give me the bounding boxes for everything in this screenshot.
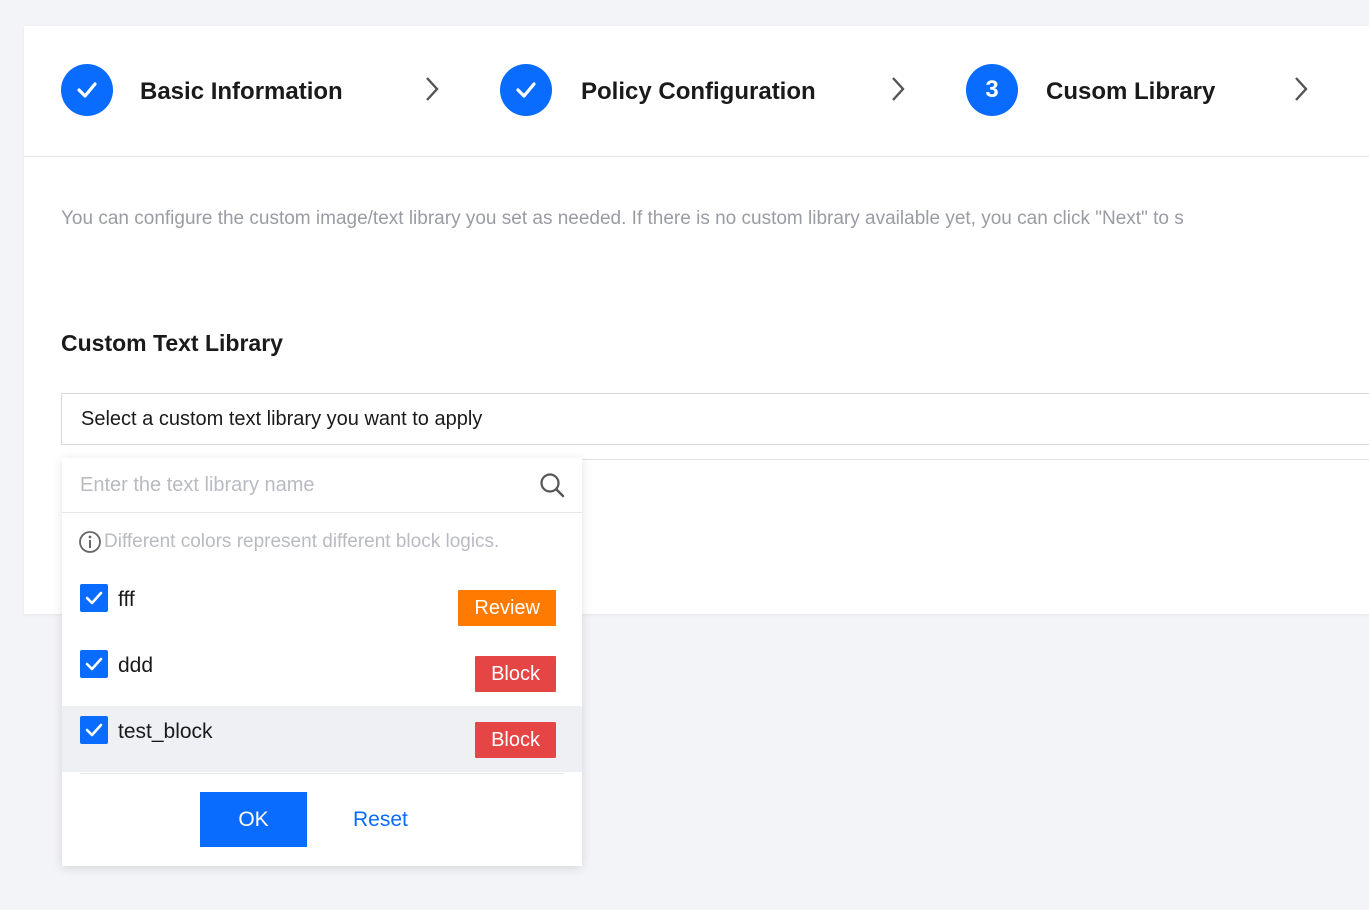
info-icon — [79, 531, 101, 553]
list-item-ddd[interactable]: ddd Block — [62, 640, 582, 706]
item-label: fff — [118, 588, 135, 611]
library-dropdown: Different colors represent different blo… — [62, 458, 582, 866]
step-3-label: Cusom Library — [1046, 78, 1216, 105]
hint-text: Different colors represent different blo… — [78, 530, 499, 554]
status-badge: Block — [475, 722, 556, 758]
divider — [80, 773, 564, 774]
chevron-right-icon — [1286, 74, 1316, 104]
chevron-right-icon — [417, 74, 447, 104]
text-library-select[interactable]: Select a custom text library you want to… — [61, 393, 1369, 445]
ok-button[interactable]: OK — [200, 792, 307, 847]
checkbox-checked-icon[interactable] — [80, 716, 108, 744]
step-1-label: Basic Information — [140, 78, 343, 105]
section-title: Custom Text Library — [61, 330, 283, 356]
step-2-done-icon — [500, 64, 552, 116]
checkbox-checked-icon[interactable] — [80, 650, 108, 678]
reset-link[interactable]: Reset — [353, 808, 408, 832]
intro-text: You can configure the custom image/text … — [61, 208, 1184, 229]
checkbox-checked-icon[interactable] — [80, 584, 108, 612]
select-placeholder: Select a custom text library you want to… — [81, 407, 483, 430]
hint-label: Different colors represent different blo… — [104, 531, 500, 552]
list-item-fff[interactable]: fff Review — [62, 574, 582, 640]
item-label: test_block — [118, 720, 213, 743]
item-label: ddd — [118, 654, 154, 677]
search-row — [62, 458, 582, 513]
search-icon[interactable] — [538, 471, 566, 499]
step-2-label: Policy Configuration — [581, 78, 816, 105]
checkmark-icon — [516, 82, 536, 98]
list-item-test-block[interactable]: test_block Block — [62, 706, 582, 772]
stepper: Basic Information Policy Configuration 3… — [24, 26, 1369, 157]
search-input[interactable] — [72, 466, 540, 504]
divider — [580, 459, 1369, 460]
step-3-number: 3 — [966, 64, 1018, 116]
status-badge: Block — [475, 656, 556, 692]
step-1-done-icon — [61, 64, 113, 116]
page: Basic Information Policy Configuration 3… — [0, 0, 1369, 910]
status-badge: Review — [458, 590, 556, 626]
chevron-right-icon — [883, 74, 913, 104]
checkmark-icon — [77, 82, 97, 98]
